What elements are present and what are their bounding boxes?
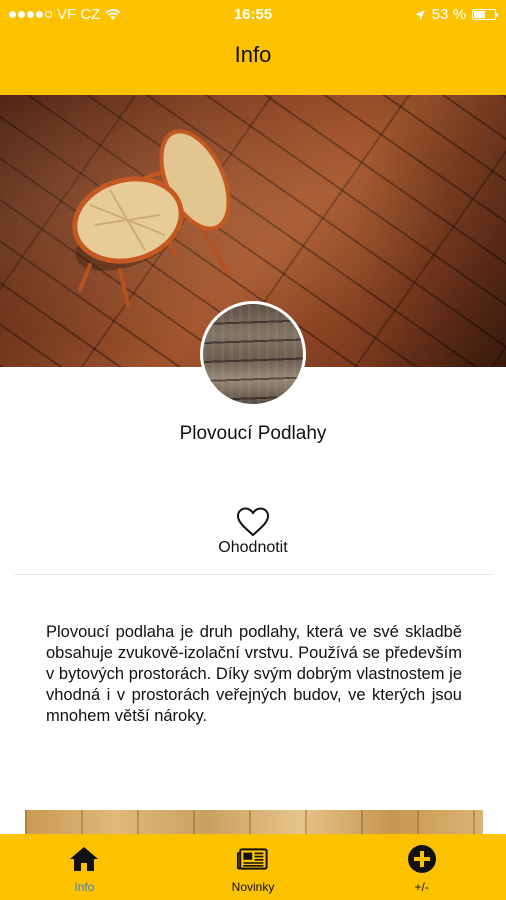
status-bar: VF CZ 16:55 53 % xyxy=(0,0,506,30)
tab-plus-minus[interactable]: +/- xyxy=(337,834,506,900)
rate-button[interactable]: Ohodnotit xyxy=(0,507,506,557)
location-arrow-icon xyxy=(414,9,425,20)
tab-info-label: Info xyxy=(74,880,95,894)
tab-news[interactable]: Novinky xyxy=(169,834,338,900)
divider xyxy=(14,574,492,575)
tab-info[interactable]: Info xyxy=(0,834,169,900)
page-title: Info xyxy=(234,42,272,67)
company-avatar xyxy=(200,301,306,407)
description-text: Plovoucí podlaha je druh podlahy, která … xyxy=(46,623,462,725)
heart-icon xyxy=(236,507,270,537)
tab-plus-minus-label: +/- xyxy=(414,880,429,894)
chair-illustration xyxy=(72,129,231,307)
battery-percentage: 53 % xyxy=(431,6,466,23)
tab-news-label: Novinky xyxy=(231,880,275,894)
tab-bar: Info Novinky +/- xyxy=(0,834,506,900)
newspaper-icon xyxy=(237,848,268,870)
company-name: Plovoucí Podlahy xyxy=(179,423,327,444)
top-bar: VF CZ 16:55 53 % Info xyxy=(0,0,506,95)
rate-label: Ohodnotit xyxy=(218,539,288,556)
battery-icon xyxy=(472,9,498,20)
plus-circle-icon xyxy=(407,845,436,873)
home-icon xyxy=(70,847,99,871)
